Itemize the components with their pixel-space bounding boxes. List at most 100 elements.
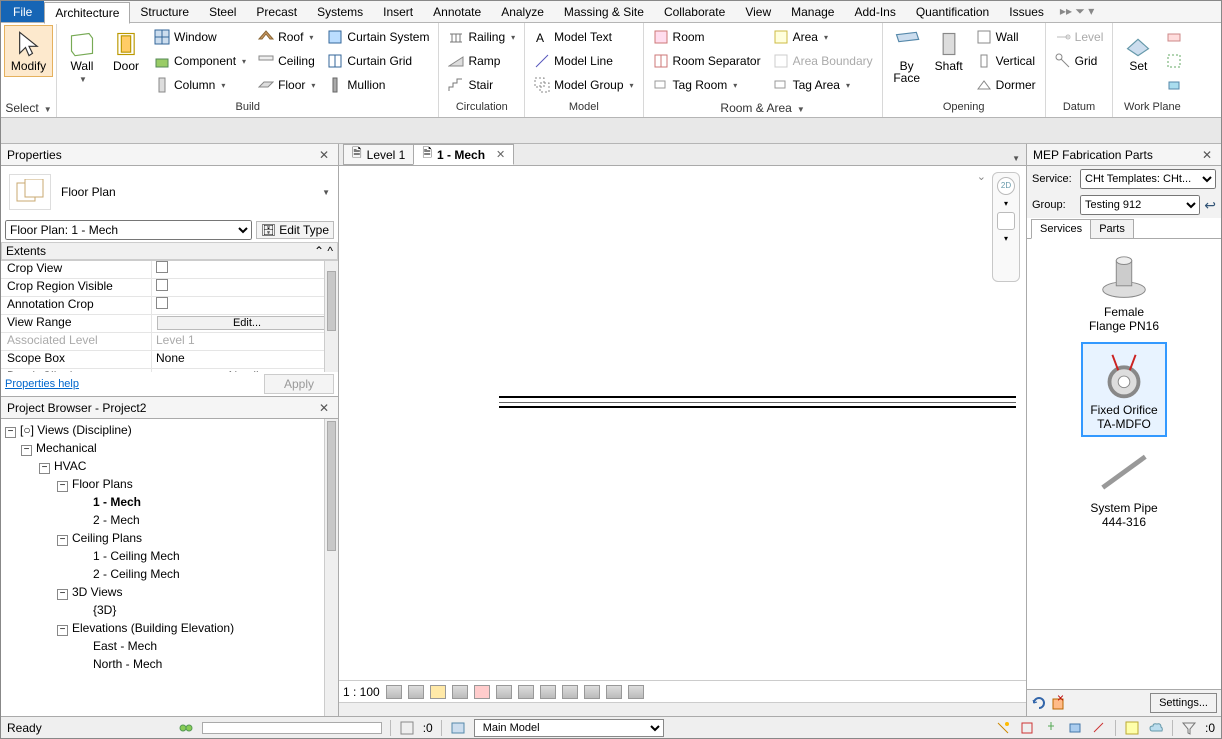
properties-scrollbar[interactable] <box>324 261 338 372</box>
view-tab-1-mech[interactable]: 🗎1 - Mech✕ <box>413 144 514 165</box>
tab-view[interactable]: View <box>735 2 781 22</box>
tag-room-button[interactable]: Tag Room▾ <box>648 73 766 97</box>
room-button[interactable]: Room <box>648 25 766 49</box>
visual-style-icon[interactable] <box>408 685 424 699</box>
apply-button[interactable]: Apply <box>264 374 334 394</box>
depth-clip-value[interactable]: No clip <box>151 369 338 372</box>
tree-item-north-mech[interactable]: North - Mech <box>5 655 334 673</box>
crop-view-icon[interactable] <box>496 685 512 699</box>
tab-addins[interactable]: Add-Ins <box>844 2 905 22</box>
tab-services[interactable]: Services <box>1031 219 1091 239</box>
wall-button[interactable]: Wall▼ <box>61 25 103 91</box>
drag-elements-icon[interactable] <box>1091 720 1107 736</box>
ceiling-button[interactable]: Ceiling <box>253 49 320 73</box>
service-select[interactable]: CHt Templates: CHt... <box>1080 169 1216 189</box>
shadows-icon[interactable] <box>452 685 468 699</box>
component-button[interactable]: Component▾ <box>149 49 251 73</box>
close-icon[interactable]: ✕ <box>1199 148 1215 162</box>
curtain-grid-button[interactable]: Curtain Grid <box>322 49 434 73</box>
tree-item-2-mech[interactable]: 2 - Mech <box>5 511 334 529</box>
modify-button[interactable]: Modify <box>4 25 53 77</box>
grid-button[interactable]: Grid <box>1050 49 1109 73</box>
column-button[interactable]: Column▾ <box>149 73 251 97</box>
main-model-icon[interactable] <box>450 720 466 736</box>
design-options-icon[interactable] <box>399 720 415 736</box>
filter-icon[interactable] <box>1181 720 1197 736</box>
ref-plane-button[interactable] <box>1161 49 1187 73</box>
cloud-icon[interactable] <box>1148 720 1164 736</box>
close-tab-icon[interactable]: ✕ <box>496 148 505 161</box>
tree-item-east-mech[interactable]: East - Mech <box>5 637 334 655</box>
tree-item-1-ceiling[interactable]: 1 - Ceiling Mech <box>5 547 334 565</box>
opening-vertical-button[interactable]: Vertical <box>971 49 1041 73</box>
tab-precast[interactable]: Precast <box>246 2 307 22</box>
ramp-button[interactable]: Ramp <box>443 49 520 73</box>
tree-toggle-icon[interactable]: − <box>57 589 68 600</box>
viewer-button[interactable] <box>1161 73 1187 97</box>
unhide-icon[interactable] <box>540 685 556 699</box>
tree-item-1-mech[interactable]: 1 - Mech <box>5 493 334 511</box>
select-underlay-icon[interactable] <box>1019 720 1035 736</box>
view-tab-level1[interactable]: 🗎Level 1 <box>343 144 414 165</box>
tab-structure[interactable]: Structure <box>130 2 199 22</box>
crop-region-checkbox[interactable] <box>156 279 168 291</box>
sun-path-icon[interactable] <box>430 685 446 699</box>
temp-hide-icon[interactable] <box>562 685 578 699</box>
floor-button[interactable]: Floor▾ <box>253 73 320 97</box>
background-icon[interactable] <box>1124 720 1140 736</box>
by-face-button[interactable]: By Face <box>887 25 927 89</box>
rendering-icon[interactable] <box>474 685 490 699</box>
reload-icon[interactable]: ↩ <box>1204 197 1216 214</box>
area-button[interactable]: Area▾ <box>768 25 878 49</box>
properties-help-link[interactable]: Properties help <box>5 378 79 390</box>
tree-toggle-icon[interactable]: − <box>5 427 16 438</box>
select-face-icon[interactable] <box>1067 720 1083 736</box>
tree-item-2-ceiling[interactable]: 2 - Ceiling Mech <box>5 565 334 583</box>
main-model-select[interactable]: Main Model <box>474 719 664 737</box>
stair-button[interactable]: Stair <box>443 73 520 97</box>
view-range-edit-button[interactable]: Edit... <box>157 316 337 330</box>
tree-toggle-icon[interactable]: − <box>57 481 68 492</box>
part-system-pipe[interactable]: System Pipe 444-316 <box>1081 441 1167 534</box>
reload-service-icon[interactable] <box>1031 695 1047 711</box>
menu-overflow-icon[interactable]: ▸▸ ⏷ ▾ <box>1060 4 1094 19</box>
extents-group[interactable]: Extents <box>6 244 46 258</box>
shaft-button[interactable]: Shaft <box>929 25 969 77</box>
tab-issues[interactable]: Issues <box>999 2 1054 22</box>
tab-analyze[interactable]: Analyze <box>491 2 554 22</box>
anno-crop-checkbox[interactable] <box>156 297 168 309</box>
tab-quantification[interactable]: Quantification <box>906 2 999 22</box>
add-part-icon[interactable]: × <box>1051 695 1067 711</box>
edit-type-button[interactable]: 🗄Edit Type <box>256 221 334 239</box>
tab-overflow-icon[interactable]: ▼ <box>1006 152 1026 165</box>
worksets-icon[interactable] <box>178 720 194 736</box>
navigation-bar[interactable]: 2D ▾ ▾ <box>992 172 1020 282</box>
viewcube-hint-icon[interactable]: ⌄ <box>977 170 986 183</box>
crop-region-icon[interactable] <box>518 685 534 699</box>
constraints-icon[interactable] <box>628 685 644 699</box>
tree-toggle-icon[interactable]: − <box>39 463 50 474</box>
tree-toggle-icon[interactable]: − <box>57 625 68 636</box>
select-pinned-icon[interactable] <box>1043 720 1059 736</box>
part-female-flange[interactable]: Female Flange PN16 <box>1081 245 1167 338</box>
tree-toggle-icon[interactable]: − <box>57 535 68 546</box>
set-button[interactable]: Set <box>1117 25 1159 77</box>
show-plane-button[interactable] <box>1161 25 1187 49</box>
analytical-icon[interactable] <box>606 685 622 699</box>
view-scale[interactable]: 1 : 100 <box>343 685 380 699</box>
tab-parts[interactable]: Parts <box>1090 219 1134 239</box>
railing-button[interactable]: Railing▾ <box>443 25 520 49</box>
drawing-canvas[interactable]: ⌄ 2D ▾ ▾ <box>339 166 1026 680</box>
tab-massing[interactable]: Massing & Site <box>554 2 654 22</box>
curtain-system-button[interactable]: Curtain System <box>322 25 434 49</box>
horizontal-scrollbar[interactable] <box>339 702 1026 716</box>
roof-button[interactable]: Roof▾ <box>253 25 320 49</box>
tab-collaborate[interactable]: Collaborate <box>654 2 735 22</box>
tree-item-3d[interactable]: {3D} <box>5 601 334 619</box>
zoom-icon[interactable] <box>997 212 1015 230</box>
mullion-button[interactable]: Mullion <box>322 73 434 97</box>
window-button[interactable]: Window <box>149 25 251 49</box>
type-dropdown-icon[interactable]: ▼ <box>322 188 330 197</box>
tab-manage[interactable]: Manage <box>781 2 844 22</box>
model-text-button[interactable]: AModel Text <box>529 25 638 49</box>
